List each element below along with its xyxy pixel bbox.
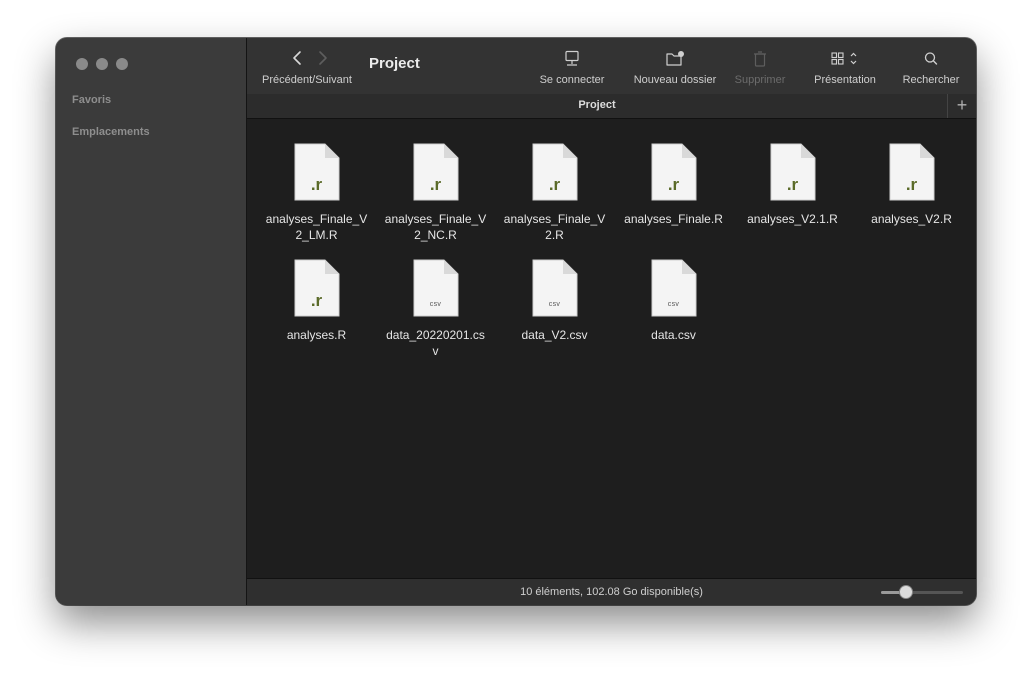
file-type-badge: .r [429, 175, 442, 194]
file-name: data.csv [651, 328, 696, 342]
file-item[interactable]: csv data.csv [614, 259, 733, 371]
search-label: Rechercher [902, 74, 960, 86]
add-tab-button[interactable]: + [947, 94, 976, 118]
delete-button[interactable]: Supprimer [728, 38, 792, 94]
file-item[interactable]: csv data_20220201.csv [376, 259, 495, 371]
file-type-badge: csv [429, 301, 442, 308]
search-button[interactable]: Rechercher [899, 38, 963, 94]
file-type-badge: .r [310, 175, 323, 194]
file-item[interactable]: .r analyses_Finale.R [614, 143, 733, 255]
finder-window: Favoris Emplacements Précédent/Suivant P… [56, 38, 976, 605]
connect-label: Se connecter [539, 74, 605, 86]
r-file-icon: .r [532, 143, 578, 201]
file-type-badge: csv [667, 301, 680, 308]
file-name: analyses_Finale_V2_NC.R [384, 212, 487, 242]
file-name: analyses_Finale_V2.R [503, 212, 606, 242]
icon-size-slider[interactable] [881, 585, 963, 599]
connect-server-icon [565, 50, 579, 66]
search-icon [924, 52, 938, 65]
r-file-icon: .r [294, 259, 340, 317]
file-item[interactable]: .r analyses_Finale_V2_NC.R [376, 143, 495, 255]
r-file-icon: .r [413, 143, 459, 201]
file-type-badge: .r [310, 291, 323, 310]
file-type-badge: .r [548, 175, 561, 194]
sidebar-section-locations[interactable]: Emplacements [72, 126, 150, 138]
view-options-label: Présentation [814, 74, 876, 86]
file-item[interactable]: csv data_V2.csv [495, 259, 614, 371]
csv-file-icon: csv [651, 259, 697, 317]
close-window-button[interactable] [76, 58, 88, 70]
window-title: Project [369, 55, 420, 72]
r-file-icon: .r [294, 143, 340, 201]
csv-file-icon: csv [532, 259, 578, 317]
file-type-badge: .r [905, 175, 918, 194]
sidebar: Favoris Emplacements [56, 38, 247, 605]
file-item[interactable]: .r analyses_Finale_V2.R [495, 143, 614, 255]
chevron-right-icon[interactable] [313, 49, 331, 67]
file-type-badge: .r [786, 175, 799, 194]
csv-file-icon: csv [413, 259, 459, 317]
r-file-icon: .r [889, 143, 935, 201]
file-browser: .r analyses_Finale_V2_LM.R .r analyses_Fina… [247, 119, 976, 578]
new-folder-button[interactable]: Nouveau dossier [632, 38, 718, 94]
file-item[interactable]: .r analyses_Finale_V2_LM.R [257, 143, 376, 255]
tab-bar: Project + [247, 94, 976, 119]
chevron-left-icon[interactable] [289, 49, 307, 67]
r-file-icon: .r [770, 143, 816, 201]
file-name: analyses_V2.1.R [747, 212, 838, 226]
sidebar-section-favorites[interactable]: Favoris [72, 94, 111, 106]
delete-label: Supprimer [734, 74, 786, 86]
file-item[interactable]: .r analyses_V2.R [852, 143, 971, 255]
trash-icon [754, 51, 766, 67]
r-file-icon: .r [651, 143, 697, 201]
file-item[interactable]: .r analyses_V2.1.R [733, 143, 852, 255]
window-controls [76, 58, 128, 70]
file-item[interactable]: .r analyses.R [257, 259, 376, 371]
back-forward-label: Précédent/Suivant [262, 74, 352, 86]
toolbar: Précédent/Suivant Project Se connecter N… [247, 38, 976, 94]
file-type-badge: .r [667, 175, 680, 194]
new-folder-icon [666, 51, 684, 66]
file-name: analyses_V2.R [871, 212, 952, 226]
file-name: analyses_Finale_V2_LM.R [265, 212, 368, 242]
status-bar: 10 éléments, 102.08 Go disponible(s) [247, 578, 976, 605]
slider-thumb[interactable] [899, 585, 913, 599]
tab-project[interactable]: Project [247, 94, 947, 118]
status-text: 10 éléments, 102.08 Go disponible(s) [520, 586, 703, 598]
file-name: data_V2.csv [521, 328, 588, 342]
new-folder-label: Nouveau dossier [633, 74, 717, 86]
file-type-badge: csv [548, 301, 561, 308]
minimize-window-button[interactable] [96, 58, 108, 70]
grid-view-icon [831, 52, 857, 65]
connect-button[interactable]: Se connecter [537, 38, 607, 94]
view-options-button[interactable]: Présentation [807, 38, 883, 94]
file-name: analyses_Finale.R [624, 212, 723, 226]
file-grid: .r analyses_Finale_V2_LM.R .r analyses_Fina… [257, 143, 976, 371]
zoom-window-button[interactable] [116, 58, 128, 70]
file-name: data_20220201.csv [386, 328, 485, 358]
file-name: analyses.R [286, 328, 347, 342]
